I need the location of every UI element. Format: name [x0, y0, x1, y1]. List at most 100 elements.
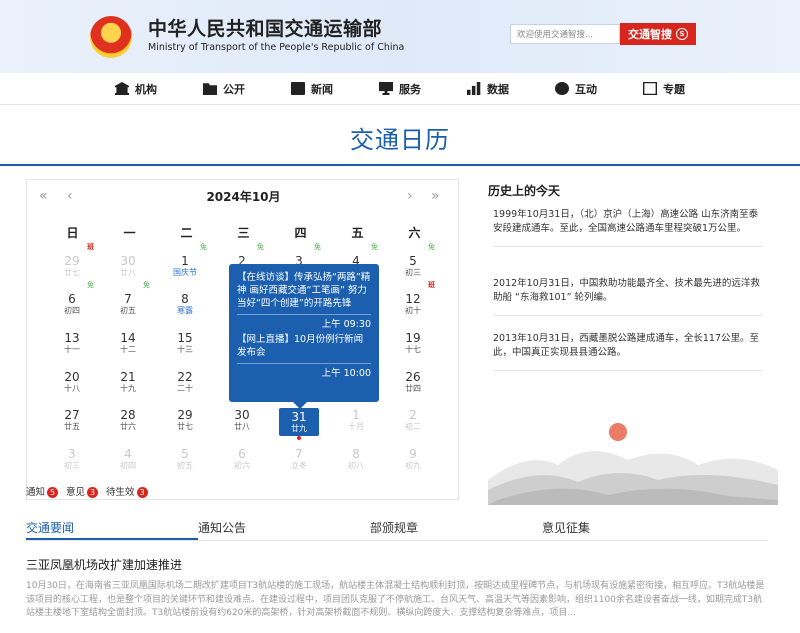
lunar-date: 初八 [348, 461, 364, 470]
calendar-day[interactable]: 6 初六 [222, 447, 262, 471]
site-title[interactable]: 中华人民共和国交通运输部 [148, 14, 382, 41]
calendar-day[interactable]: 21 十九 [108, 370, 148, 394]
nav-item-4[interactable]: 数据 [444, 73, 532, 104]
calendar-day[interactable]: 8 寒露 [165, 292, 205, 316]
calendar-day[interactable]: 9 初九 [393, 447, 433, 471]
legend-item[interactable]: 通知 5 [26, 484, 59, 498]
day-number: 7 [295, 447, 303, 461]
day-number: 28 [120, 408, 136, 422]
nav-item-label: 互动 [575, 82, 597, 96]
calendar-day[interactable]: 2 初二 [393, 408, 433, 432]
legend-label: 通知 [26, 487, 46, 498]
monitor-icon [379, 82, 393, 95]
toll-free-tag: 免 [87, 281, 94, 289]
day-number: 29 [177, 408, 193, 422]
tab-1[interactable]: 通知公告 [198, 519, 370, 540]
history-item[interactable]: 2012年10月31日，中国救助功能最齐全、技术最先进的远洋救助船 “东海救10… [493, 277, 763, 316]
lunar-date: 国庆节 [173, 268, 197, 277]
calendar-day[interactable]: 6 初四 免 [52, 281, 94, 316]
article-title[interactable]: 三亚凤凰机场改扩建加速推进 [26, 556, 182, 573]
nav-item-2[interactable]: 新闻 [268, 73, 356, 104]
news-tabs: 交通要闻 通知公告 部颁规章 意见征集 [26, 519, 768, 541]
folder-icon [203, 83, 217, 95]
day-number: 20 [64, 370, 80, 384]
event-1-time: 上午 09:30 [237, 314, 371, 331]
lunar-date: 初六 [234, 461, 250, 470]
calendar-day[interactable]: 7 立冬 [279, 447, 319, 471]
day-number: 9 [409, 447, 417, 461]
history-item[interactable]: 2013年10月31日，西藏墨脱公路建成通车，全长117公里。至此，中国真正实现… [493, 332, 763, 371]
lunar-date: 初十 [405, 306, 421, 315]
nav-item-1[interactable]: 公开 [180, 73, 268, 104]
day-number: 14 [120, 331, 136, 345]
day-number: 6 [238, 447, 246, 461]
calendar-day[interactable]: 19 十七 [393, 331, 433, 355]
legend-item[interactable]: 意见 3 [66, 484, 99, 498]
site-subtitle: Ministry of Transport of the People's Re… [148, 42, 405, 53]
nav-item-5[interactable]: 互动 [532, 73, 620, 104]
calendar-day[interactable]: 30 廿八 [108, 254, 148, 278]
search-button[interactable]: 交通智搜 S [620, 23, 696, 45]
calendar-day[interactable]: 29 廿七 [165, 408, 205, 432]
calendar-day[interactable]: 4 初四 [108, 447, 148, 471]
calendar-day[interactable]: 14 十二 [108, 331, 148, 355]
day-number: 15 [177, 331, 193, 345]
calendar-day[interactable]: 3 初三 [52, 447, 92, 471]
national-emblem-icon [90, 16, 132, 58]
calendar-day[interactable]: 29 廿七 班 [52, 243, 94, 278]
nav-item-3[interactable]: 服务 [356, 73, 444, 104]
calendar-day-today[interactable]: 31 廿九 [279, 408, 319, 436]
next-month-icon[interactable]: › [407, 188, 413, 204]
calendar-day[interactable]: 8 初八 [336, 447, 376, 471]
toll-free-tag: 免 [428, 243, 435, 251]
calendar-day[interactable]: 1 国庆节 免 [165, 243, 207, 278]
calendar-day[interactable]: 5 初三 免 [393, 243, 435, 278]
search-input[interactable]: 欢迎使用交通智搜... [510, 24, 620, 44]
toll-free-tag: 免 [314, 243, 321, 251]
calendar-day[interactable]: 30 廿八 [222, 408, 262, 432]
search-button-label: 交通智搜 [628, 28, 672, 41]
day-number: 31 [291, 410, 307, 424]
lunar-date: 廿七 [177, 422, 193, 431]
day-number: 8 [352, 447, 360, 461]
calendar-day[interactable]: 20 十八 [52, 370, 92, 394]
weekday-label: 一 [123, 226, 136, 240]
calendar-day[interactable]: 1 十月 [336, 408, 376, 432]
calendar-day[interactable]: 26 廿四 [393, 370, 433, 394]
history-item[interactable]: 1999年10月31日，（北）京沪（上海）高速公路 山东济南至泰安段建成通车。至… [493, 208, 763, 247]
chat-icon [555, 82, 569, 95]
tab-0[interactable]: 交通要闻 [26, 519, 198, 540]
calendar-day[interactable]: 22 二十 [165, 370, 205, 394]
day-number: 4 [124, 447, 132, 461]
landscape-illustration [488, 423, 778, 505]
calendar-legend: 通知 5 意见 3 待生效 3 [26, 484, 148, 498]
calendar-day[interactable]: 13 十一 [52, 331, 92, 355]
event-1[interactable]: 【在线访谈】传承弘扬“两路”精神 画好西藏交通“工笔画” 努力当好“四个创建”的… [237, 271, 371, 310]
weekday-label: 五 [351, 226, 364, 240]
calendar-day[interactable]: 15 十三 [165, 331, 205, 355]
day-number: 26 [405, 370, 421, 384]
event-2[interactable]: 【网上直播】10月份例行新闻发布会 [237, 333, 371, 359]
toll-free-tag: 免 [257, 243, 264, 251]
nav-item-6[interactable]: 专题 [620, 73, 708, 104]
lunar-date: 廿六 [120, 422, 136, 431]
nav-item-label: 机构 [135, 82, 157, 96]
lunar-date: 初五 [177, 461, 193, 470]
calendar-day[interactable]: 5 初五 [165, 447, 205, 471]
page-title: 交通日历 [350, 126, 450, 154]
tab-2[interactable]: 部颁规章 [370, 519, 542, 540]
workday-tag: 班 [428, 281, 435, 289]
nav-item-0[interactable]: 机构 [92, 73, 180, 104]
calendar-day[interactable]: 28 廿六 [108, 408, 148, 432]
count-badge: 5 [47, 487, 59, 498]
calendar-day[interactable]: 27 廿五 [52, 408, 92, 432]
article-summary: 10月30日，在海南省三亚凤凰国际机场二期改扩建项目T3航站楼的施工现场，航站楼… [26, 581, 765, 618]
lunar-date: 廿四 [405, 384, 421, 393]
next-year-icon[interactable]: » [431, 188, 440, 204]
calendar-day[interactable]: 7 初五 免 [108, 281, 150, 316]
nav-item-label: 服务 [399, 82, 421, 96]
legend-item[interactable]: 待生效 3 [106, 484, 148, 498]
calendar-day[interactable]: 12 初十 班 [393, 281, 435, 316]
tab-3[interactable]: 意见征集 [542, 519, 714, 540]
weekday-header: 日一二三四五六 [27, 224, 460, 241]
